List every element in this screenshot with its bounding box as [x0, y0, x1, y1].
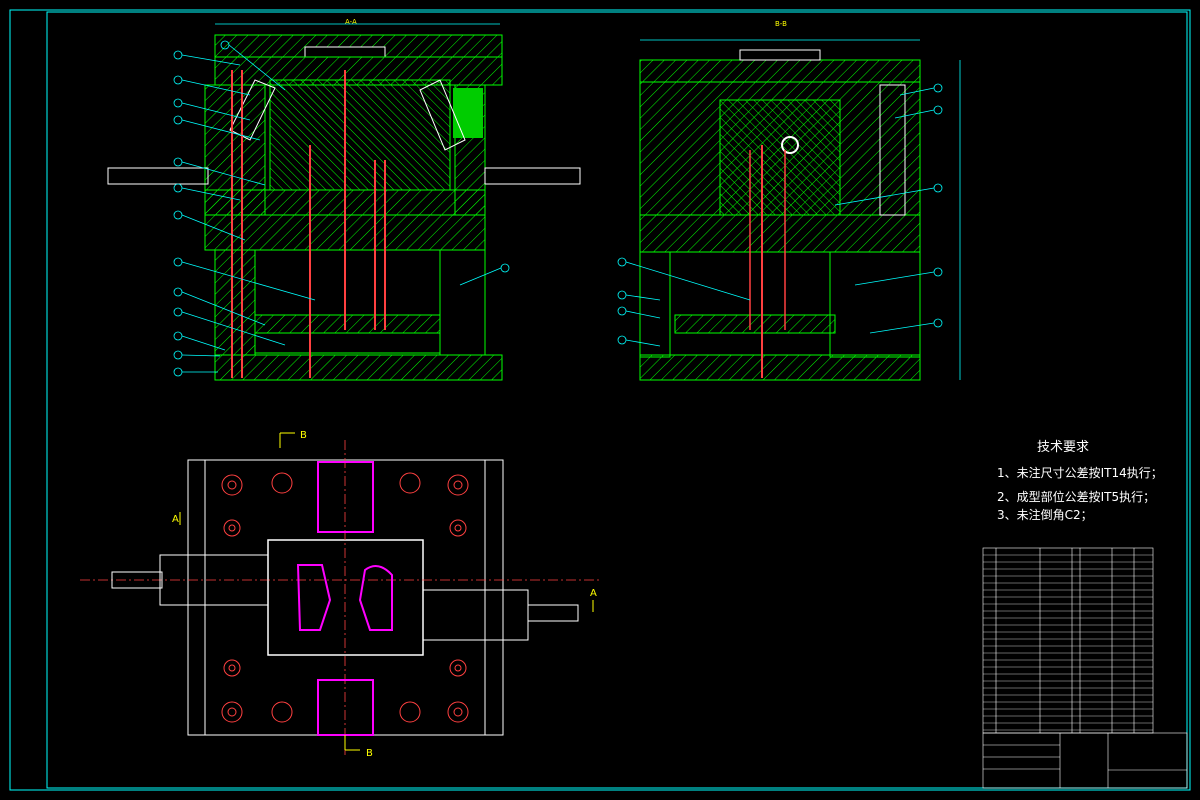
section-b-b-view: B-B — [617, 20, 961, 381]
marker-b-bottom: B — [366, 748, 373, 759]
technical-requirements-title: 技术要求 — [1037, 440, 1090, 455]
drawing-canvas: A-A B-B A A B B — [9, 9, 1191, 791]
section-title-b: B-B — [775, 20, 787, 28]
marker-b-top: B — [300, 430, 307, 441]
requirement-item: 2、成型部位公差按IT5执行； — [997, 490, 1156, 504]
bill-of-materials — [982, 547, 1154, 734]
section-title-a: A-A — [345, 18, 357, 26]
bom-rows — [983, 554, 1153, 731]
section-a-a-view: A-A — [107, 18, 581, 381]
requirement-item: 3、未注倒角C2； — [997, 508, 1093, 522]
plan-view: A A B B — [80, 430, 600, 759]
marker-a-right: A — [590, 588, 597, 599]
outer-frame — [9, 9, 1191, 791]
marker-a-left: A — [172, 514, 179, 525]
title-block — [982, 732, 1188, 789]
requirement-item: 1、未注尺寸公差按IT14执行； — [997, 466, 1163, 480]
